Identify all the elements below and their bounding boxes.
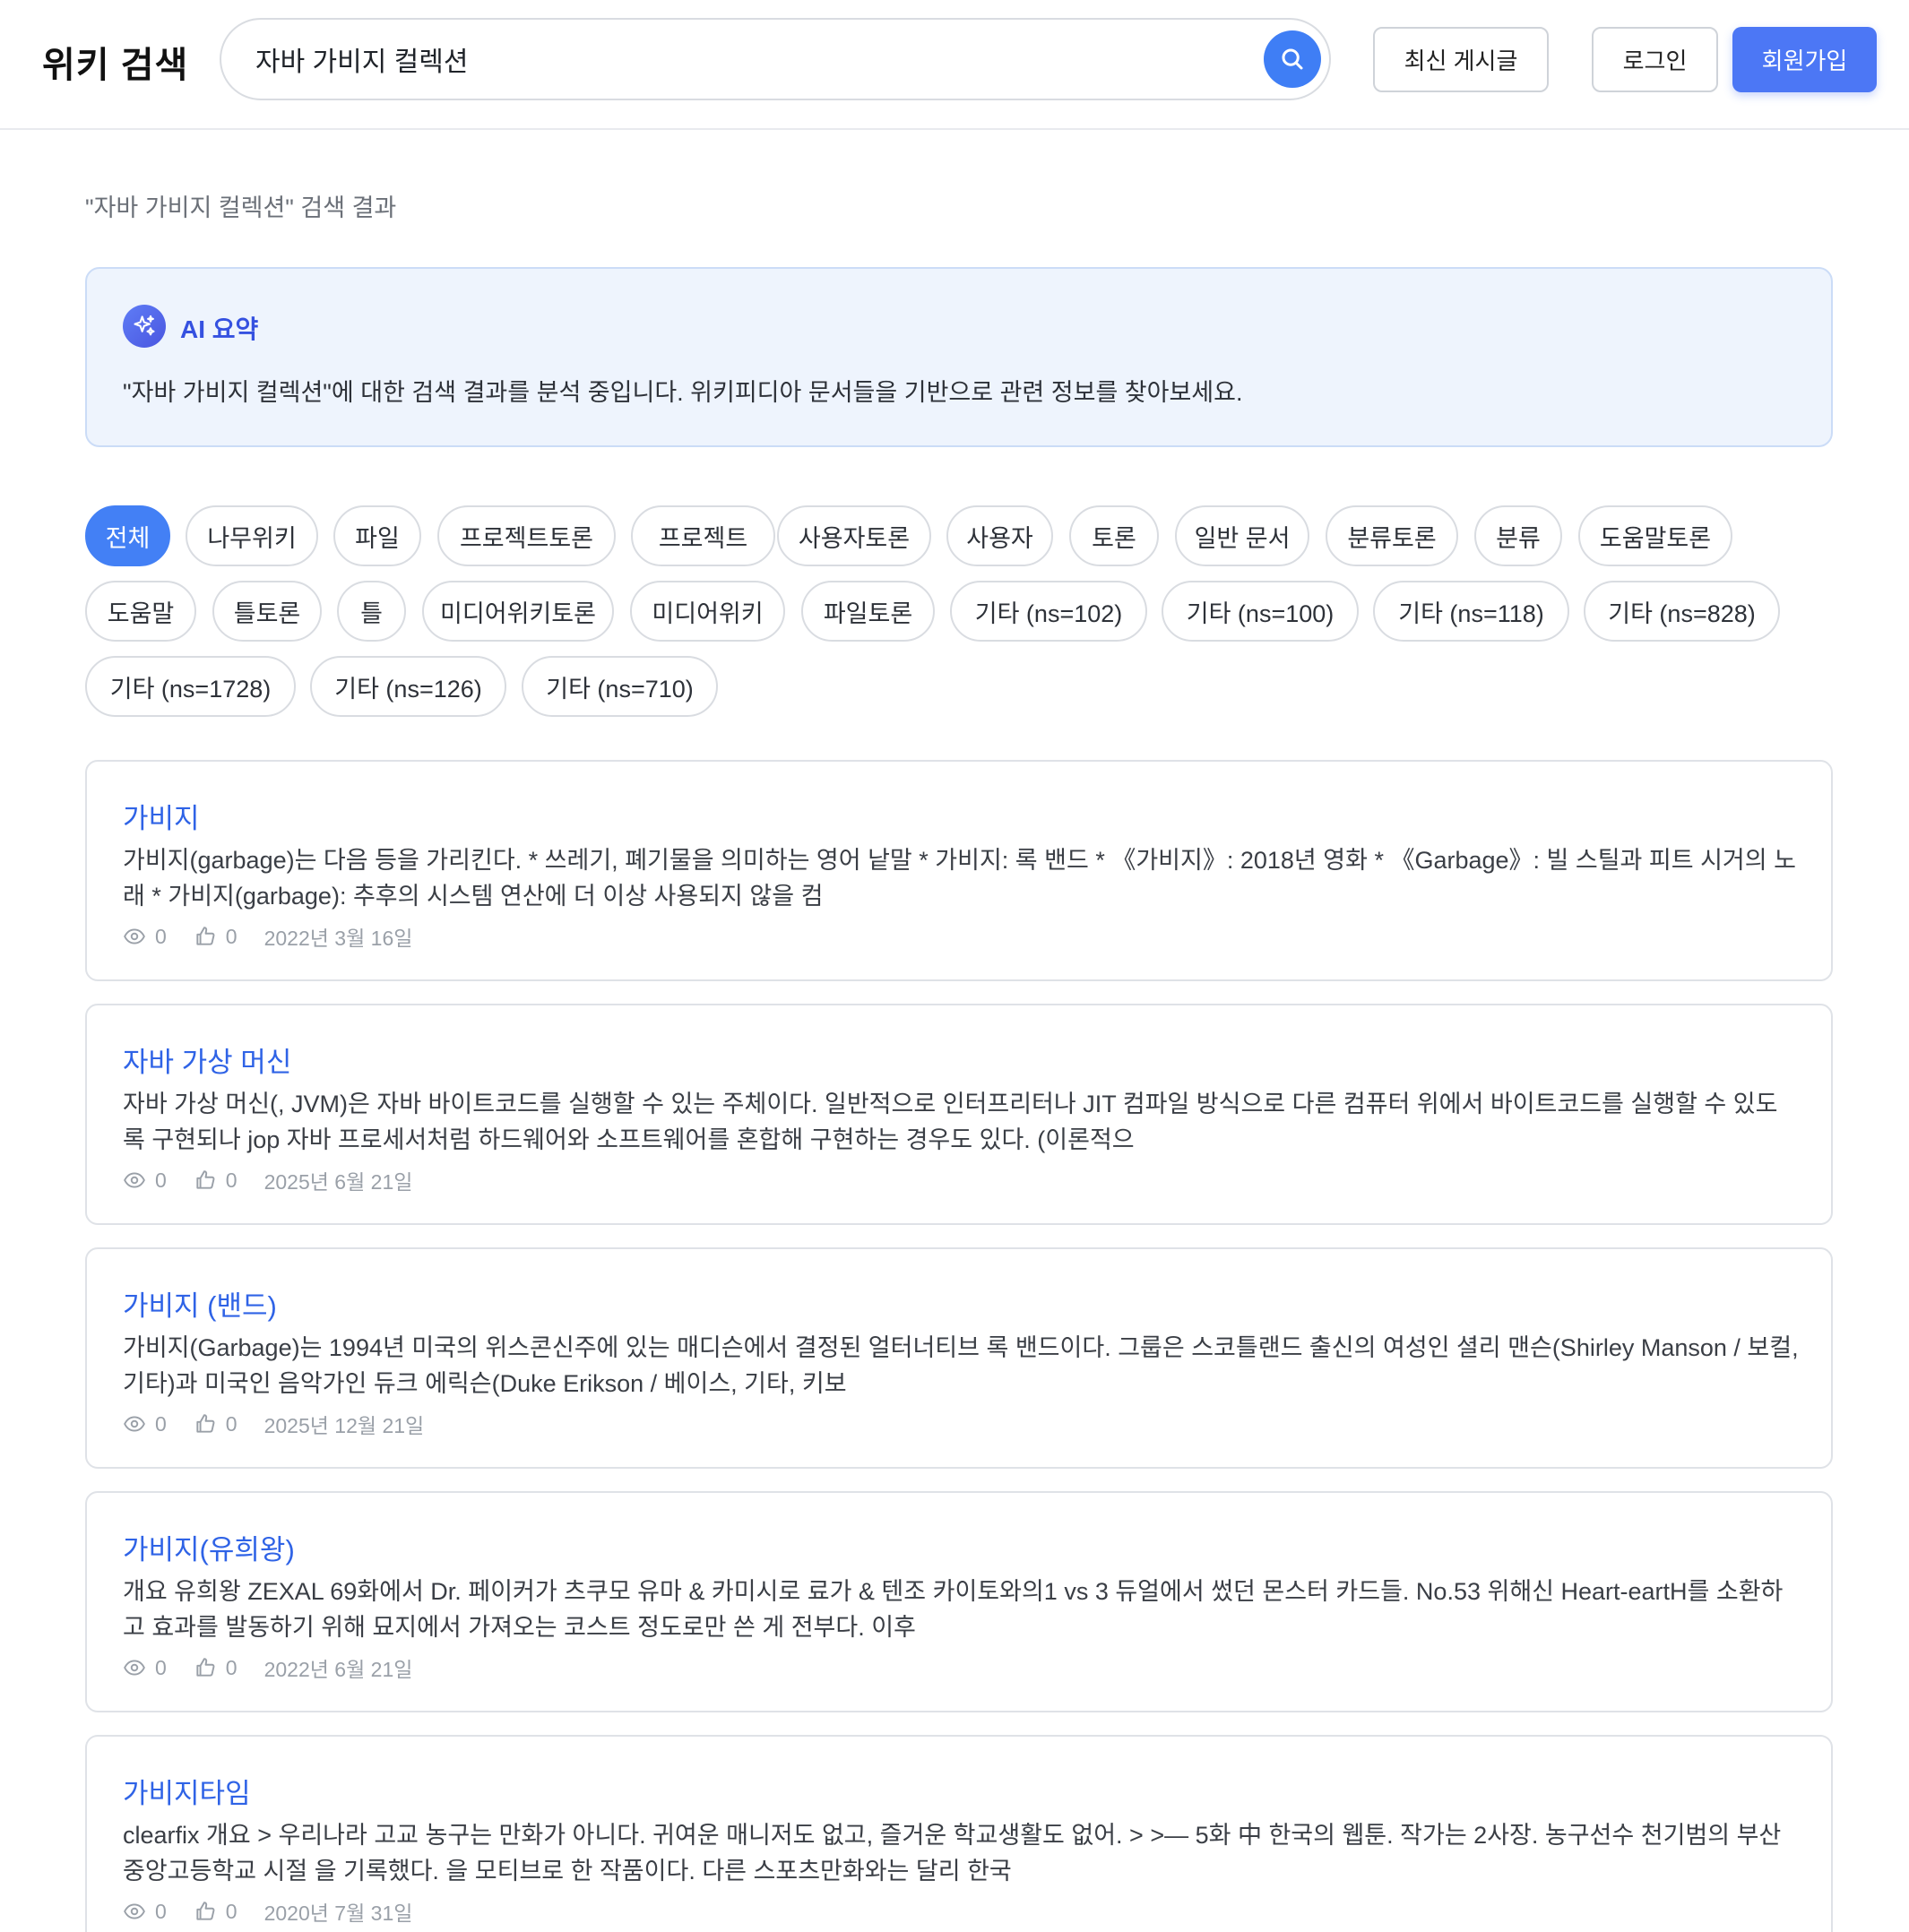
filter-chip[interactable]: 일반 문서 <box>1175 505 1309 566</box>
recent-posts-button[interactable]: 최신 게시글 <box>1373 27 1549 92</box>
result-snippet: 가비지(Garbage)는 1994년 미국의 위스콘신주에 있는 매디슨에서 … <box>123 1334 1799 1397</box>
views-count: 0 <box>123 1412 167 1436</box>
views-count: 0 <box>123 1169 167 1193</box>
result-card: 가비지(유희왕) 개요 유희왕 ZEXAL 69화에서 Dr. 페이커가 츠쿠모… <box>85 1491 1833 1712</box>
filter-chip[interactable]: 파일 <box>333 505 421 566</box>
filter-chip[interactable]: 토론 <box>1069 505 1159 566</box>
result-date: 2025년 12월 21일 <box>263 1414 425 1437</box>
filter-chip[interactable]: 기타 (ns=102) <box>950 581 1147 642</box>
filter-chip[interactable]: 기타 (ns=118) <box>1373 581 1569 642</box>
likes-value: 0 <box>225 1899 238 1923</box>
likes-value: 0 <box>225 1655 238 1679</box>
likes-count: 0 <box>194 925 238 949</box>
result-title-link[interactable]: 가비지 <box>123 796 200 836</box>
filter-chip[interactable]: 파일토론 <box>801 581 935 642</box>
filter-chip[interactable]: 나무위키 <box>186 505 318 566</box>
result-card: 가비지타임 clearfix 개요 > 우리나라 고교 농구는 만화가 아니다.… <box>85 1735 1833 1932</box>
search-results-label: "자바 가비지 컬렉션" 검색 결과 <box>85 194 397 221</box>
filter-chip[interactable]: 틀 <box>337 581 406 642</box>
views-count: 0 <box>123 925 167 949</box>
filter-chip[interactable]: 프로젝트토론 <box>437 505 616 566</box>
result-title-link[interactable]: 가비지(유희왕) <box>123 1527 295 1567</box>
filter-chip[interactable]: 미디어위키 <box>630 581 785 642</box>
eye-icon <box>124 1903 145 1919</box>
likes-count: 0 <box>194 1656 238 1680</box>
filter-chip[interactable]: 미디어위키토론 <box>422 581 614 642</box>
filter-chip-all[interactable]: 전체 <box>85 505 170 566</box>
top-header: 위키 검색 최신 게시글 로그인 회원가입 <box>0 0 1909 130</box>
result-card: 가비지 가비지(garbage)는 다음 등을 가리킨다. * 쓰레기, 폐기물… <box>85 760 1833 981</box>
ai-summary-text: "자바 가비지 컬렉션"에 대한 검색 결과를 분석 중입니다. 위키피디아 문… <box>123 379 1243 406</box>
result-title-link[interactable]: 가비지타임 <box>123 1771 251 1811</box>
eye-icon <box>124 928 145 944</box>
result-date: 2022년 6월 21일 <box>263 1658 413 1681</box>
views-value: 0 <box>155 924 167 948</box>
login-button[interactable]: 로그인 <box>1592 27 1718 92</box>
thumbs-up-icon <box>196 1414 215 1433</box>
filter-chip[interactable]: 분류 <box>1474 505 1562 566</box>
likes-value: 0 <box>225 1411 238 1436</box>
result-meta: 0 0 2025년 12월 21일 <box>123 1410 451 1437</box>
result-meta: 0 0 2022년 6월 21일 <box>123 1654 439 1681</box>
views-value: 0 <box>155 1899 167 1923</box>
filter-chip[interactable]: 기타 (ns=100) <box>1162 581 1359 642</box>
result-snippet: 개요 유희왕 ZEXAL 69화에서 Dr. 페이커가 츠쿠모 유마 & 카미시… <box>123 1578 1784 1641</box>
result-date: 2025년 6월 21일 <box>263 1170 413 1194</box>
filter-chip[interactable]: 틀토론 <box>212 581 322 642</box>
ai-summary-title: AI 요약 <box>180 315 259 343</box>
views-value: 0 <box>155 1655 167 1679</box>
filter-chip[interactable]: 기타 (ns=1728) <box>85 656 296 717</box>
eye-icon <box>124 1416 145 1432</box>
result-snippet: 자바 가상 머신(, JVM)은 자바 바이트코드를 실행할 수 있는 주체이다… <box>123 1091 1778 1153</box>
filter-chip[interactable]: 도움말토론 <box>1578 505 1732 566</box>
site-logo[interactable]: 위키 검색 <box>42 36 188 88</box>
views-count: 0 <box>123 1900 167 1924</box>
views-value: 0 <box>155 1168 167 1192</box>
views-value: 0 <box>155 1411 167 1436</box>
search-bar <box>220 18 1331 100</box>
search-button[interactable] <box>1264 30 1321 88</box>
result-snippet: clearfix 개요 > 우리나라 고교 농구는 만화가 아니다. 귀여운 매… <box>123 1822 1782 1885</box>
filter-chip[interactable]: 도움말 <box>85 581 196 642</box>
result-meta: 0 0 2020년 7월 31일 <box>123 1898 439 1925</box>
result-snippet: 가비지(garbage)는 다음 등을 가리킨다. * 쓰레기, 폐기물을 의미… <box>123 847 1796 910</box>
likes-count: 0 <box>194 1169 238 1193</box>
search-input[interactable] <box>255 20 1188 99</box>
thumbs-up-icon <box>196 1902 215 1920</box>
likes-value: 0 <box>225 1168 238 1192</box>
result-title-link[interactable]: 자바 가상 머신 <box>123 1039 291 1080</box>
result-card: 가비지 (밴드) 가비지(Garbage)는 1994년 미국의 위스콘신주에 … <box>85 1247 1833 1469</box>
thumbs-up-icon <box>196 1658 215 1677</box>
filter-chip[interactable]: 기타 (ns=710) <box>522 656 718 717</box>
result-date: 2020년 7월 31일 <box>263 1902 413 1925</box>
signup-button[interactable]: 회원가입 <box>1732 27 1877 92</box>
result-date: 2022년 3월 16일 <box>263 927 413 950</box>
likes-count: 0 <box>194 1412 238 1436</box>
ai-summary-panel: AI 요약 "자바 가비지 컬렉션"에 대한 검색 결과를 분석 중입니다. 위… <box>85 267 1833 447</box>
sparkle-icon <box>123 305 166 348</box>
filter-chip[interactable]: 사용자 <box>946 505 1053 566</box>
likes-value: 0 <box>225 924 238 948</box>
filter-chip[interactable]: 사용자토론 <box>777 505 931 566</box>
filter-chip[interactable]: 기타 (ns=126) <box>310 656 506 717</box>
eye-icon <box>124 1660 145 1676</box>
filter-chip[interactable]: 기타 (ns=828) <box>1584 581 1780 642</box>
search-icon <box>1282 48 1303 70</box>
result-meta: 0 0 2025년 6월 21일 <box>123 1167 439 1194</box>
result-card: 자바 가상 머신 자바 가상 머신(, JVM)은 자바 바이트코드를 실행할 … <box>85 1004 1833 1225</box>
likes-count: 0 <box>194 1900 238 1924</box>
views-count: 0 <box>123 1656 167 1680</box>
thumbs-up-icon <box>196 927 215 945</box>
result-meta: 0 0 2022년 3월 16일 <box>123 923 439 950</box>
eye-icon <box>124 1172 145 1188</box>
filter-chip[interactable]: 분류토론 <box>1326 505 1458 566</box>
thumbs-up-icon <box>196 1170 215 1189</box>
filter-chip[interactable]: 프로젝트 <box>631 505 775 566</box>
result-title-link[interactable]: 가비지 (밴드) <box>123 1283 277 1324</box>
